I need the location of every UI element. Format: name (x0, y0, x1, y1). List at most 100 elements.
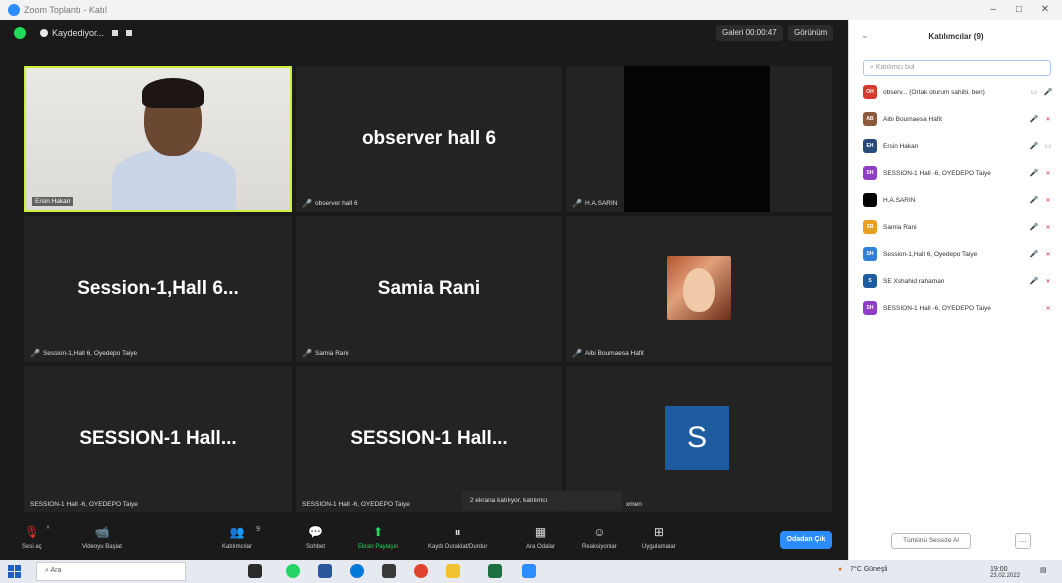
participant-name: Ersin Hakan (883, 142, 919, 150)
video-off-icon[interactable]: ✕ (1041, 170, 1055, 177)
mute-all-button[interactable]: Tümünü Sessize Al (891, 533, 971, 549)
unmute-button[interactable]: 🎙 Sesi aç ^ (22, 524, 50, 550)
tile-name-label: 🎤 Aibi Boumaesa Hafit (572, 349, 644, 358)
zoom-taskbar-icon[interactable] (522, 564, 536, 578)
video-icon[interactable]: ▭ (1041, 142, 1055, 150)
record-icon: ⏸ (454, 524, 461, 539)
mic-muted-icon: 🎤 (302, 199, 312, 208)
mic-muted-icon[interactable]: 🎤 (1027, 196, 1041, 204)
word-icon[interactable] (318, 564, 332, 578)
pause-stop-recording-button[interactable]: ⏸ Kaydı Duraklat/Durdur (428, 524, 488, 551)
participant-name: H.A.SARIN (883, 196, 916, 204)
stop-recording-icon[interactable] (126, 30, 133, 36)
participant-search-input[interactable]: ⌕ Katılımcı bul (863, 60, 1051, 76)
edge-icon[interactable] (350, 564, 364, 578)
participant-row[interactable]: SH Session-1,Hall 6, Oyedepo Taiye 🎤 ✕ (863, 245, 1055, 263)
tile-name-label: SESSION-1 Hall -6, OYEDEPO Taiye (302, 501, 410, 508)
taskbar-search-input[interactable]: ⌕ Ara (36, 562, 186, 581)
breakout-rooms-button[interactable]: ▦ Ara Odalar (526, 524, 555, 550)
participant-row[interactable]: AB Aibi Boumaesa Hafit 🎤 ✕ (863, 110, 1055, 128)
task-view-icon[interactable] (248, 564, 262, 578)
video-off-icon[interactable]: ✕ (1041, 278, 1055, 285)
clock-date[interactable]: 23.02.2022 (990, 573, 1020, 579)
participants-button[interactable]: 👥 Katılımcılar 9 (222, 524, 260, 550)
participants-count: 9 (256, 526, 261, 533)
meeting-timer[interactable]: Galeri 00:00:47 (716, 25, 783, 41)
more-options-button[interactable]: … (1015, 533, 1031, 549)
meeting-toolbar: 🎙 Sesi aç ^ 📹 Videoyu Başlat 👥 Katılımcı… (0, 520, 848, 560)
mic-muted-icon[interactable]: 🎤 (1027, 169, 1041, 177)
file-explorer-icon[interactable] (446, 564, 460, 578)
chrome-icon[interactable] (414, 564, 428, 578)
view-button[interactable]: Görünüm (788, 25, 834, 41)
participant-row[interactable]: SH SESSION-1 Hall -6, OYEDEPO Taiye ✕ (863, 299, 1055, 317)
windows-start-icon[interactable] (8, 565, 21, 578)
participants-panel: ⌄ Katılımcılar (9) ⌕ Katılımcı bul OH ob… (848, 20, 1062, 560)
participant-row[interactable]: EH Ersin Hakan 🎤 ▭ (863, 137, 1055, 155)
maximize-button[interactable]: □ (1008, 0, 1030, 20)
recording-dot-icon (40, 29, 48, 37)
participant-video (26, 68, 290, 210)
participant-row[interactable]: OH observ... (Ortak oturum sahibi, ben) … (863, 83, 1055, 101)
mic-muted-icon[interactable]: 🎤 (1041, 88, 1055, 96)
person-body (112, 150, 236, 210)
participant-avatar (863, 193, 877, 207)
recording-indicator[interactable]: Kaydediyor... (40, 28, 133, 38)
mic-muted-icon[interactable]: 🎤 (1027, 250, 1041, 258)
start-video-button[interactable]: 📹 Videoyu Başlat (82, 524, 122, 550)
notification-toast: 2 ekrana katılıyor, katılımcı (462, 491, 622, 511)
participant-row[interactable]: S SE Xshahid rahaman 🎤 ✕ (863, 272, 1055, 290)
participant-row[interactable]: SR Samia Rani 🎤 ✕ (863, 218, 1055, 236)
video-off-icon[interactable]: ✕ (1041, 116, 1055, 123)
computer-icon: ▭ (1030, 89, 1038, 96)
tile-name-label: Ersin Hakan (32, 197, 74, 206)
apps-button[interactable]: ⊞ Uygulamalar (642, 524, 676, 550)
video-tile[interactable]: observer hall 6 🎤 observer hall 6 (296, 66, 562, 212)
share-screen-button[interactable]: ⬆ Ekran Paylaşın (358, 524, 398, 550)
video-tile[interactable]: Session-1,Hall 6... 🎤 Session-1,Hall 6, O… (24, 216, 292, 362)
chevron-up-icon[interactable]: ^ (46, 526, 49, 533)
pause-recording-icon[interactable] (112, 30, 119, 36)
security-shield-icon[interactable] (14, 27, 26, 39)
mic-muted-icon[interactable]: 🎤 (1027, 223, 1041, 231)
video-off-icon[interactable]: ✕ (1041, 305, 1055, 312)
video-tile[interactable]: Samia Rani 🎤 Samia Rani (296, 216, 562, 362)
mic-muted-icon: 🎤 (572, 349, 582, 358)
leave-button[interactable]: Odadan Çık (780, 531, 832, 549)
excel-icon[interactable] (488, 564, 502, 578)
meeting-area: Kaydediyor... Galeri 00:00:47 Görünüm Er… (0, 20, 848, 560)
store-icon[interactable] (382, 564, 396, 578)
notification-icon[interactable]: ▤ (1040, 566, 1047, 574)
mic-muted-icon[interactable]: 🎤 (1027, 115, 1041, 123)
minimize-button[interactable]: – (982, 0, 1004, 20)
tile-big-name: observer hall 6 (361, 128, 497, 149)
recording-label: Kaydediyor... (52, 28, 105, 38)
participant-name: Aibi Boumaesa Hafit (883, 115, 942, 123)
video-off-icon[interactable]: ✕ (1041, 224, 1055, 231)
mic-muted-icon: 🎤 (302, 349, 312, 358)
mic-icon[interactable]: 🎤 (1027, 142, 1041, 150)
participant-row[interactable]: SH SESSION-1 Hall -6, OYEDEPO Taiye 🎤 ✕ (863, 164, 1055, 182)
avatar-face (683, 268, 715, 312)
unmute-label: Sesi aç (22, 544, 42, 550)
breakout-rooms-label: Ara Odalar (526, 544, 556, 550)
video-off-icon[interactable]: ✕ (1041, 197, 1055, 204)
chat-button[interactable]: 💬 Sohbet (306, 524, 325, 550)
close-button[interactable]: ✕ (1034, 0, 1056, 20)
participant-name: observ... (Ortak oturum sahibi, ben) (883, 88, 985, 96)
video-tile-active-speaker[interactable]: Ersin Hakan (24, 66, 292, 212)
chevron-down-icon[interactable]: ⌄ (861, 30, 869, 41)
clock-time[interactable]: 19:00 (990, 566, 1008, 573)
participant-avatar: SR (863, 220, 877, 234)
participant-row[interactable]: H.A.SARIN 🎤 ✕ (863, 191, 1055, 209)
video-tile[interactable]: 🎤 Aibi Boumaesa Hafit (566, 216, 832, 362)
video-tile[interactable]: 🎤 H.A.SARIN (566, 66, 832, 212)
pause-stop-recording-label: Kaydı Duraklat/Durdur (428, 544, 488, 550)
whatsapp-icon[interactable] (286, 564, 300, 578)
video-off-icon[interactable]: ✕ (1041, 251, 1055, 258)
reactions-button[interactable]: ☺ Reaksiyonlar (582, 524, 617, 550)
video-tile[interactable]: SESSION-1 Hall... SESSION-1 Hall -6, OYE… (24, 366, 292, 512)
avatar-initial: S (665, 406, 729, 470)
weather-text[interactable]: 7°C Güneşli (850, 566, 887, 573)
mic-muted-icon[interactable]: 🎤 (1027, 277, 1041, 285)
